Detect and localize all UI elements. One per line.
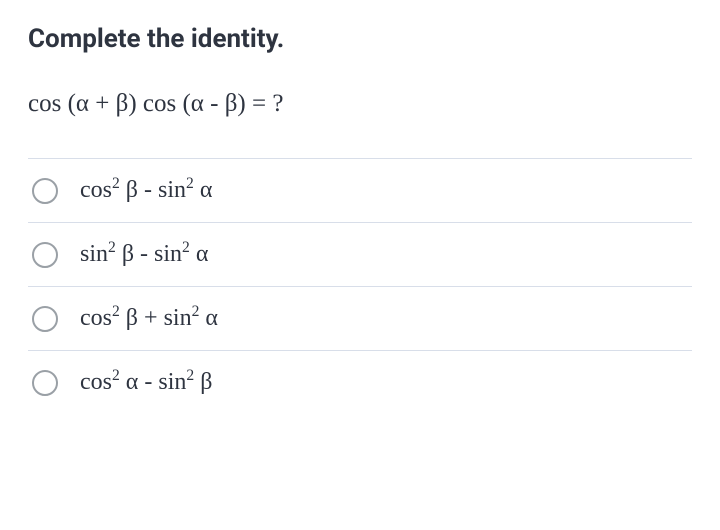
radio-icon (32, 370, 58, 396)
option-1[interactable]: cos2 β - sin2 α (28, 158, 692, 222)
option-4[interactable]: cos2 α - sin2 β (28, 350, 692, 414)
question-equation: cos (α + β) cos (α - β) = ? (28, 90, 692, 118)
radio-icon (32, 306, 58, 332)
option-text: sin2 β - sin2 α (80, 241, 208, 268)
option-3[interactable]: cos2 β + sin2 α (28, 286, 692, 350)
option-2[interactable]: sin2 β - sin2 α (28, 222, 692, 286)
question-title: Complete the identity. (28, 24, 692, 54)
radio-icon (32, 178, 58, 204)
option-text: cos2 β + sin2 α (80, 305, 218, 332)
radio-icon (32, 242, 58, 268)
option-text: cos2 β - sin2 α (80, 177, 212, 204)
option-text: cos2 α - sin2 β (80, 369, 212, 396)
options-list: cos2 β - sin2 α sin2 β - sin2 α cos2 β +… (28, 158, 692, 414)
